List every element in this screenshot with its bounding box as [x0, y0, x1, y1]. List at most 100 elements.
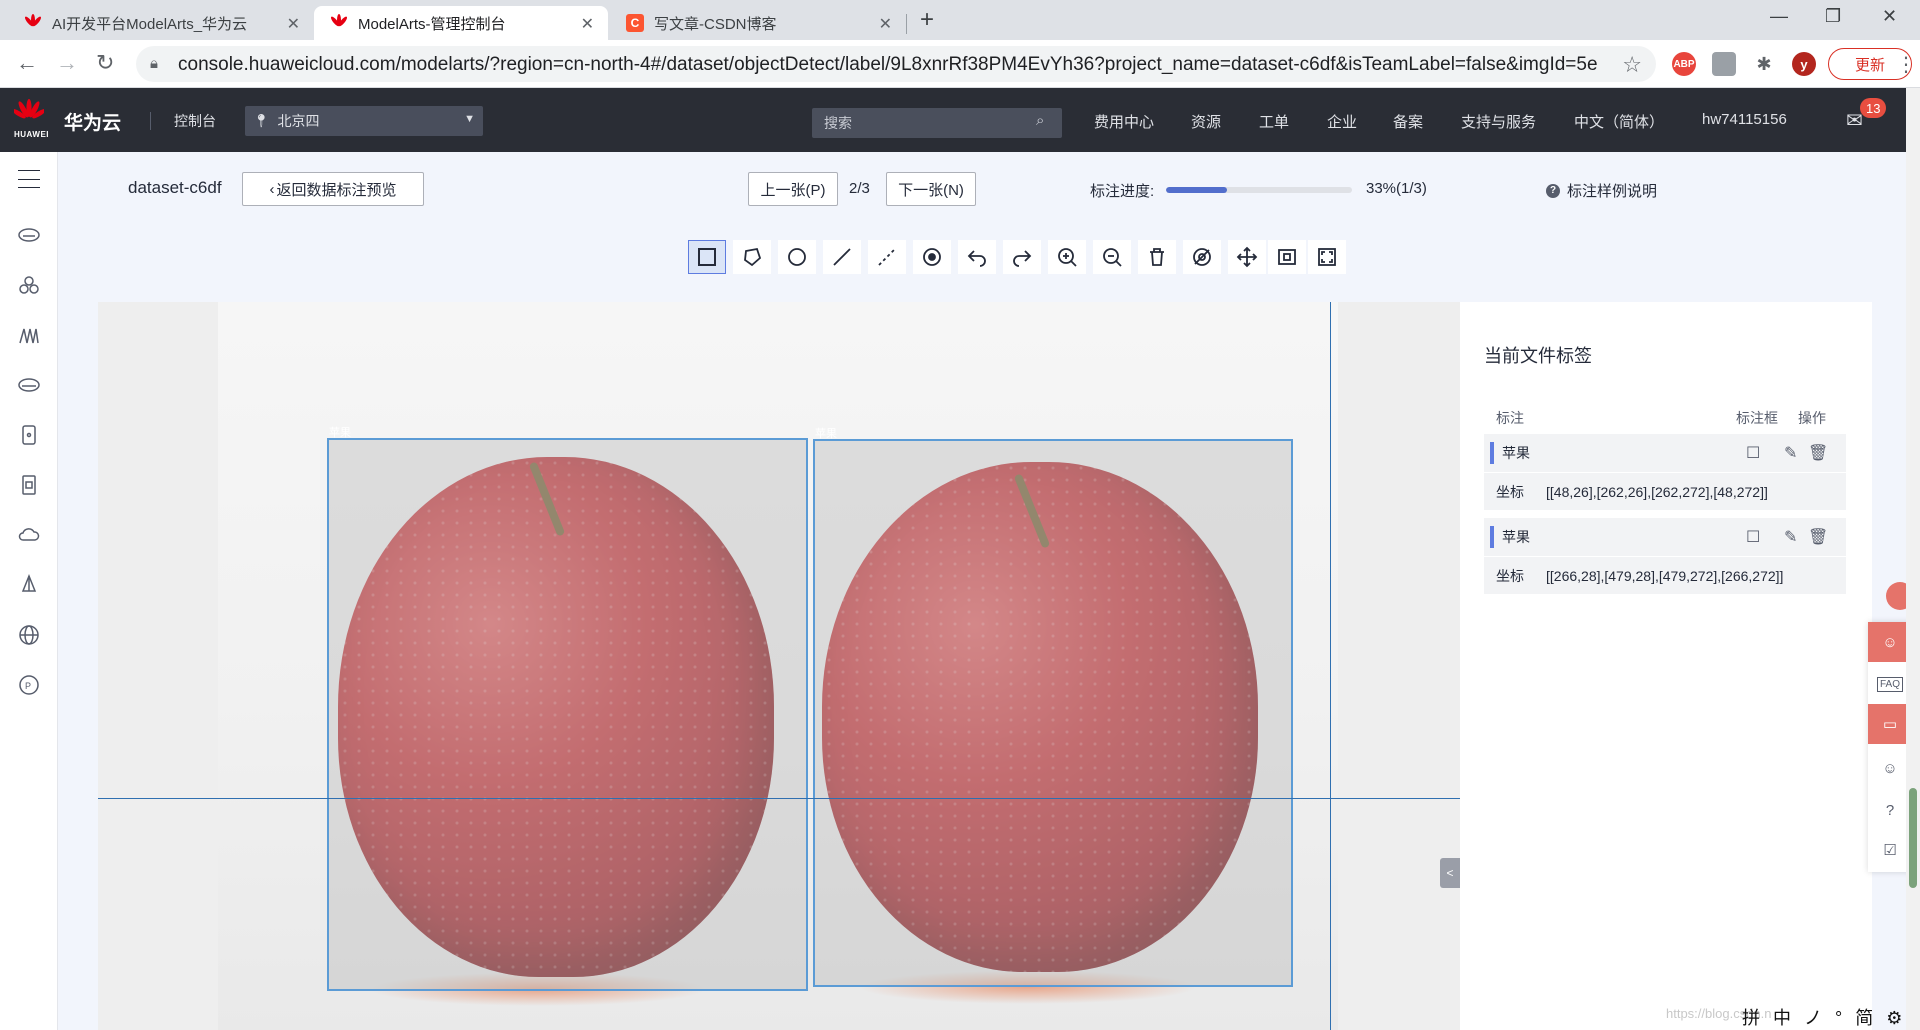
zoom-in-icon[interactable] — [1048, 240, 1086, 274]
huawei-logo[interactable]: HUAWEI — [11, 98, 49, 142]
browser-toolbar: ← → ↻ 🔒︎ console.huaweicloud.com/modelar… — [0, 40, 1920, 88]
question-circle-icon: ? — [1546, 183, 1560, 198]
close-icon[interactable]: ✕ — [581, 14, 594, 34]
browser-tab[interactable]: AI开发平台ModelArts_华为云 ✕ — [8, 6, 314, 40]
hide-icon[interactable] — [1183, 240, 1221, 274]
close-icon[interactable]: ✕ — [879, 14, 892, 34]
service-sidebar: P — [0, 152, 58, 1030]
header-divider — [150, 112, 151, 130]
nav-billing[interactable]: 费用中心 — [1094, 111, 1154, 132]
profile-avatar[interactable]: y — [1792, 52, 1816, 76]
url-text[interactable]: console.huaweicloud.com/modelarts/?regio… — [178, 54, 1618, 76]
next-image-button[interactable]: 下一张(N) — [886, 172, 976, 206]
progress-label: 标注进度: — [1090, 183, 1155, 200]
redo-icon[interactable] — [1003, 240, 1041, 274]
crosshair-horizontal — [98, 798, 1460, 799]
page-counter: 2/3 — [849, 180, 870, 197]
column-header-box: 标注框 — [1736, 410, 1778, 426]
page-scrollbar[interactable] — [1906, 88, 1920, 1030]
storage-icon[interactable] — [16, 372, 42, 398]
fit-screen-icon[interactable] — [1268, 240, 1306, 274]
undo-icon[interactable] — [958, 240, 996, 274]
reload-icon[interactable]: ↻ — [96, 50, 114, 76]
mobile-icon[interactable] — [16, 422, 42, 448]
prev-image-button[interactable]: 上一张(P) — [748, 172, 838, 206]
labeling-canvas[interactable]: 苹果 苹果 — [98, 302, 1460, 1030]
labeling-help-link[interactable]: ? 标注样例说明 — [1546, 180, 1657, 201]
bounding-box[interactable]: 苹果 — [327, 427, 808, 991]
cloud-icon[interactable] — [16, 522, 42, 548]
bookmark-star-icon[interactable]: ☆ — [1622, 52, 1642, 78]
nav-tickets[interactable]: 工单 — [1259, 111, 1289, 132]
region-select[interactable]: 📍︎ 北京四 ▼ — [245, 106, 483, 136]
edit-icon[interactable]: ✎ — [1784, 527, 1797, 547]
nav-icp[interactable]: 备案 — [1393, 111, 1423, 132]
column-header-actions: 操作 — [1798, 410, 1826, 426]
point-tool-icon[interactable] — [913, 240, 951, 274]
nav-support[interactable]: 支持与服务 — [1461, 111, 1536, 132]
nav-language[interactable]: 中文（简体） — [1574, 111, 1664, 132]
trash-icon[interactable]: 🗑︎ — [1808, 443, 1828, 463]
dataset-name: dataset-c6df — [128, 178, 222, 197]
annotation-coords-row: 坐标 [[266,28],[479,28],[479,272],[266,272… — [1484, 556, 1846, 594]
huawei-favicon-icon — [330, 14, 348, 32]
box-icon[interactable]: ☐ — [1746, 443, 1760, 463]
zoom-out-icon[interactable] — [1093, 240, 1131, 274]
search-icon[interactable]: ⌕ — [1036, 112, 1044, 129]
move-icon[interactable] — [1228, 240, 1266, 274]
circle-tool-icon[interactable] — [778, 240, 816, 274]
restore-icon[interactable]: ❐ — [1825, 6, 1841, 27]
region-value: 北京四 — [277, 113, 320, 129]
ime-toolbar[interactable]: 拼 中 ノ ° 简 ⚙ ⋮ — [1742, 1004, 1920, 1030]
edit-icon[interactable]: ✎ — [1784, 443, 1797, 463]
minimize-icon[interactable]: — — [1770, 6, 1788, 27]
nav-enterprise[interactable]: 企业 — [1327, 111, 1357, 132]
box-icon[interactable]: ☐ — [1746, 527, 1760, 547]
globe-icon[interactable] — [16, 622, 42, 648]
hamburger-menu-icon[interactable] — [16, 166, 42, 192]
annotation-row[interactable]: 苹果 ☐ ✎ 🗑︎ — [1484, 434, 1846, 472]
cloud-server-icon[interactable] — [16, 222, 42, 248]
line-tool-icon[interactable] — [823, 240, 861, 274]
console-header: HUAWEI 华为云 控制台 📍︎ 北京四 ▼ ⌕ 费用中心 资源 工单 企业 … — [0, 88, 1920, 152]
document-icon[interactable] — [16, 472, 42, 498]
adblock-icon[interactable]: ABP — [1672, 52, 1696, 76]
annotation-label: 苹果 — [1502, 445, 1530, 461]
dashed-line-tool-icon[interactable] — [868, 240, 906, 274]
forward-arrow-icon[interactable]: → — [56, 50, 78, 76]
tab-title: AI开发平台ModelArts_华为云 — [52, 15, 248, 33]
delete-icon[interactable] — [1138, 240, 1176, 274]
rectangle-tool-icon[interactable] — [688, 240, 726, 274]
nav-account[interactable]: hw74115156 — [1702, 111, 1787, 128]
brand-name[interactable]: 华为云 — [64, 108, 121, 135]
help-link-label: 标注样例说明 — [1567, 183, 1658, 200]
trash-icon[interactable]: 🗑︎ — [1808, 527, 1828, 547]
cluster-icon[interactable] — [16, 272, 42, 298]
address-bar[interactable]: 🔒︎ console.huaweicloud.com/modelarts/?re… — [136, 46, 1656, 82]
deploy-icon[interactable] — [16, 572, 42, 598]
close-icon[interactable]: ✕ — [287, 14, 300, 34]
collapse-panel-button[interactable]: < — [1440, 858, 1460, 888]
bounding-box[interactable]: 苹果 — [813, 428, 1293, 987]
polygon-tool-icon[interactable] — [733, 240, 771, 274]
modelarts-icon[interactable] — [16, 322, 42, 348]
browser-tab-active[interactable]: ModelArts-管理控制台 ✕ — [314, 6, 608, 40]
search-input[interactable] — [812, 108, 1062, 138]
back-arrow-icon[interactable]: ← — [16, 50, 38, 76]
puzzle-icon[interactable]: ✱ — [1752, 52, 1776, 76]
browser-tab[interactable]: C 写文章-CSDN博客 ✕ — [610, 6, 906, 40]
fullscreen-icon[interactable] — [1308, 240, 1346, 274]
annotation-row[interactable]: 苹果 ☐ ✎ 🗑︎ — [1484, 518, 1846, 556]
console-link[interactable]: 控制台 — [174, 111, 216, 131]
ip-icon[interactable]: P — [16, 672, 42, 698]
nav-resources[interactable]: 资源 — [1191, 111, 1221, 132]
extension-icon[interactable] — [1712, 52, 1736, 76]
back-to-preview-button[interactable]: ‹ 返回数据标注预览 — [242, 172, 424, 206]
panel-title: 当前文件标签 — [1484, 346, 1592, 366]
label-panel: 当前文件标签 标注 标注框 操作 苹果 ☐ ✎ 🗑︎ 坐标 [[48,26],[… — [1460, 302, 1872, 1030]
new-tab-icon[interactable]: + — [920, 6, 934, 34]
scrollbar-thumb[interactable] — [1909, 788, 1917, 888]
kebab-menu-icon[interactable]: ⋮ — [1896, 52, 1916, 77]
window-close-icon[interactable]: ✕ — [1882, 6, 1897, 27]
svg-text:P: P — [25, 681, 31, 691]
